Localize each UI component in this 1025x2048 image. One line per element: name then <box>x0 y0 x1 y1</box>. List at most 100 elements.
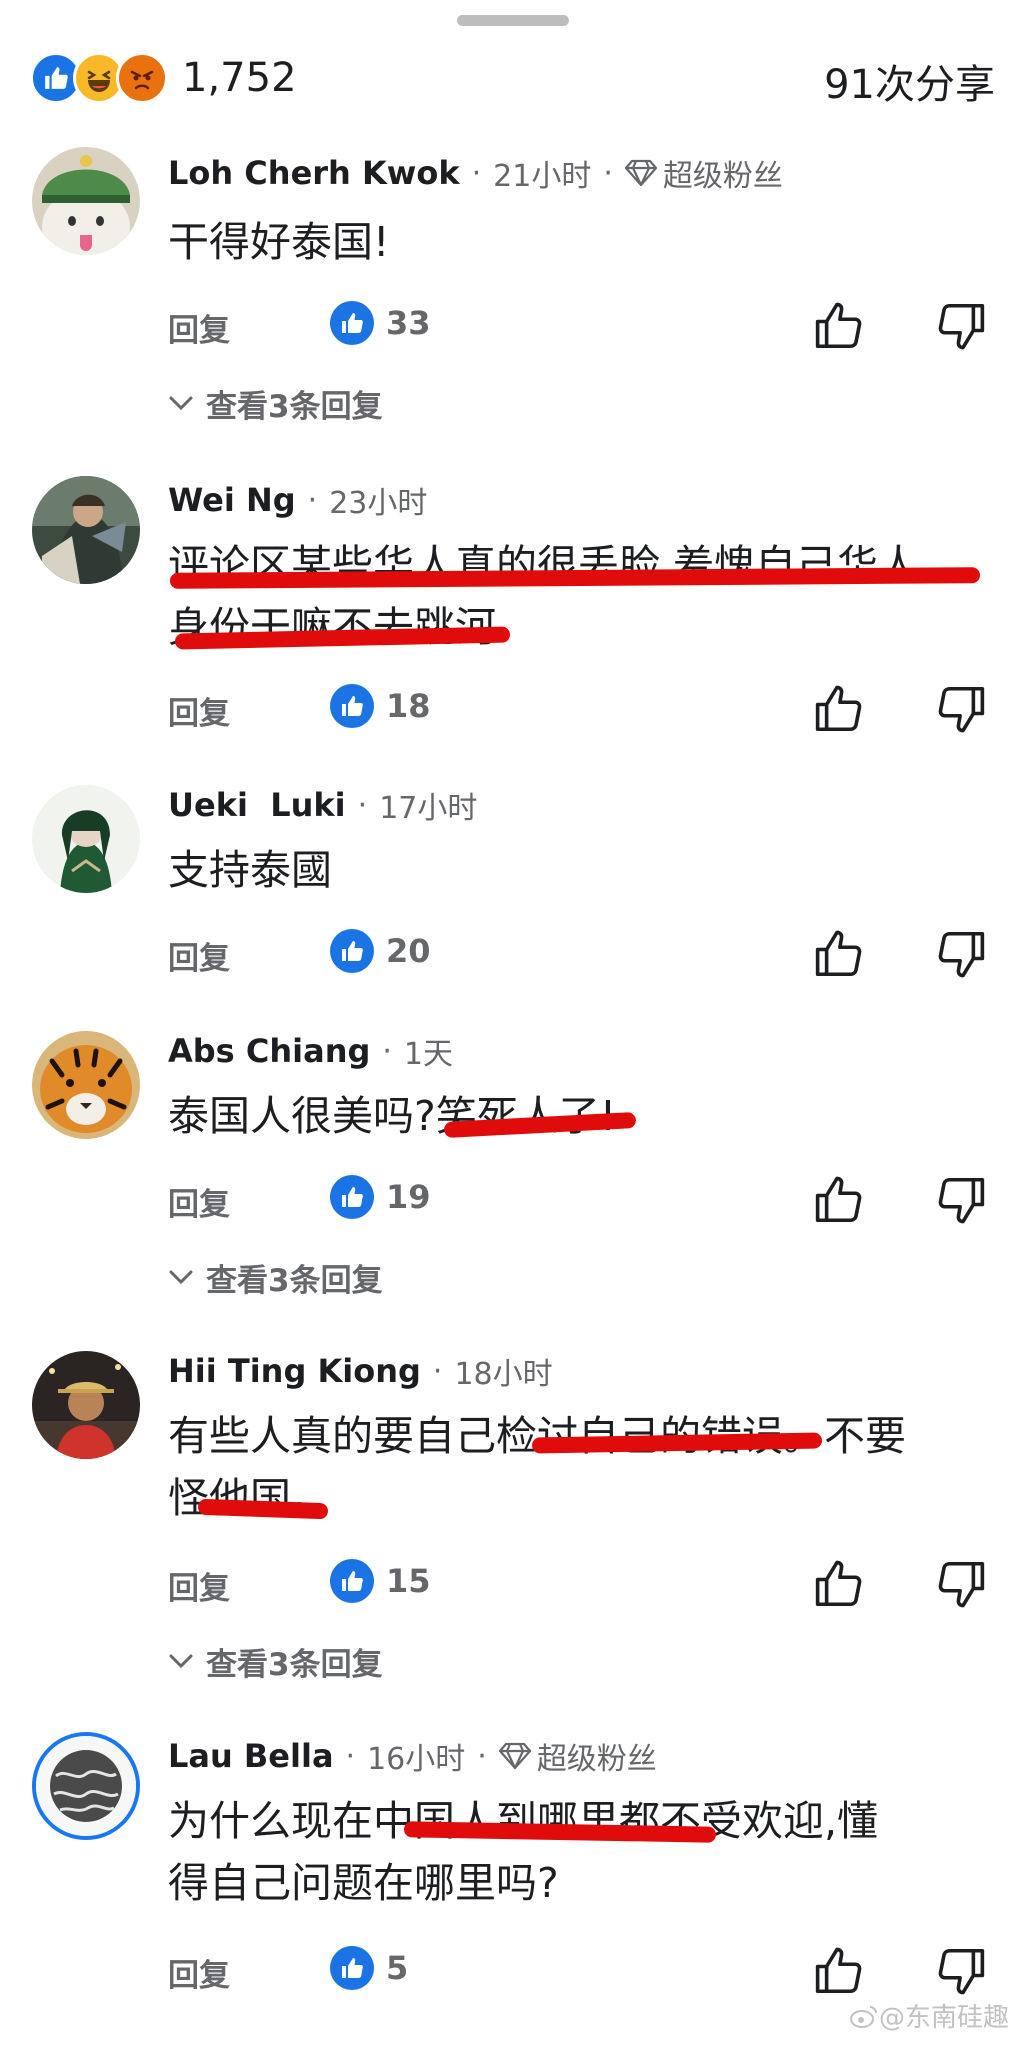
thumbs-down-icon[interactable] <box>934 299 988 353</box>
reply-button[interactable]: 回复 <box>168 688 230 733</box>
thumbs-up-icon[interactable] <box>812 927 866 981</box>
thumbs-down-icon[interactable] <box>934 1557 988 1611</box>
comment-meta: Loh Cherh Kwok · 21小时 · 超级粉丝 <box>168 147 783 199</box>
avatar[interactable] <box>32 1351 140 1459</box>
comment-actions: 回复 5 <box>0 1940 1025 2000</box>
like-count[interactable]: 33 <box>330 301 431 345</box>
thumbs-up-icon[interactable] <box>812 1557 866 1611</box>
like-number: 5 <box>386 1949 409 1987</box>
share-count[interactable]: 91次分享 <box>824 52 995 110</box>
sheet-drag-handle[interactable] <box>457 15 569 26</box>
like-number: 20 <box>386 932 431 970</box>
thumbs-up-icon[interactable] <box>812 1173 866 1227</box>
separator-dot: · <box>357 787 368 823</box>
like-count[interactable]: 5 <box>330 1946 408 1990</box>
comments-sheet: 1,752 91次分享 Loh Cherh Kwok · 21小时 · 超级粉丝… <box>0 0 1025 2048</box>
reply-button[interactable]: 回复 <box>168 305 230 350</box>
comment-time[interactable]: 23小时 <box>329 478 427 522</box>
comment-author[interactable]: Lau Bella <box>168 1737 334 1775</box>
thumbs-down-icon[interactable] <box>934 1173 988 1227</box>
view-replies-label: 查看3条回复 <box>206 1262 383 1299</box>
diamond-icon <box>624 159 657 187</box>
separator-dot: · <box>603 155 613 191</box>
comment-meta: Wei Ng · 23小时 <box>168 474 427 526</box>
avatar[interactable] <box>32 785 140 893</box>
comment-author[interactable]: Hii Ting Kiong <box>168 1352 421 1390</box>
comment-meta: Abs Chiang · 1天 <box>168 1025 453 1077</box>
comment-line: 身份干嘛不去跳河 <box>168 603 496 651</box>
view-replies-button[interactable]: 查看3条回复 <box>168 378 383 428</box>
like-count[interactable]: 19 <box>330 1175 431 1219</box>
reply-button[interactable]: 回复 <box>168 1563 230 1608</box>
comment-author[interactable]: Wei Ng <box>168 481 296 519</box>
comment-line: 支持泰國 <box>168 846 332 894</box>
like-count[interactable]: 20 <box>330 929 431 973</box>
view-replies-label: 查看3条回复 <box>206 1646 383 1683</box>
like-number: 15 <box>386 1562 431 1600</box>
comment-author[interactable]: Loh Cherh Kwok <box>168 154 460 192</box>
thumbs-down-icon[interactable] <box>934 1944 988 1998</box>
angry-icon <box>116 52 168 104</box>
like-icon <box>330 1175 374 1219</box>
comment-meta: Hii Ting Kiong · 18小时 <box>168 1345 553 1397</box>
separator-dot: · <box>345 1738 356 1774</box>
comment-time[interactable]: 16小时 <box>367 1734 465 1778</box>
like-number: 19 <box>386 1178 431 1216</box>
view-replies-button[interactable]: 查看3条回复 <box>168 1636 383 1686</box>
comment-author[interactable]: Abs Chiang <box>168 1032 370 1070</box>
avatar[interactable] <box>32 147 140 255</box>
like-icon <box>330 684 374 728</box>
separator-dot: · <box>477 1738 487 1774</box>
avatar[interactable] <box>32 1031 140 1139</box>
super-fan-badge: 超级粉丝 <box>624 151 783 195</box>
view-replies-button[interactable]: 查看3条回复 <box>168 1252 383 1302</box>
comment-time[interactable]: 1天 <box>404 1029 453 1073</box>
comment-meta: Lau Bella · 16小时 · 超级粉丝 <box>168 1730 657 1782</box>
comment-actions: 回复 20 <box>0 923 1025 983</box>
separator-dot: · <box>307 482 318 518</box>
reaction-summary[interactable]: 1,752 <box>30 50 297 106</box>
comment-text: 为什么现在中国人到哪里都不受欢迎,懂 得自己问题在哪里吗? <box>168 1790 988 1914</box>
comment-actions: 回复 15 <box>0 1553 1025 1613</box>
thumbs-up-icon[interactable] <box>812 682 866 736</box>
avatar[interactable] <box>32 476 140 584</box>
comment-actions: 回复 18 <box>0 678 1025 738</box>
like-number: 18 <box>386 687 431 725</box>
comment-time[interactable]: 21小时 <box>493 151 591 195</box>
like-count[interactable]: 15 <box>330 1559 431 1603</box>
like-count[interactable]: 18 <box>330 684 431 728</box>
reaction-count: 1,752 <box>182 55 297 101</box>
watermark: @东南硅趣 <box>849 1997 1009 2034</box>
comment-time[interactable]: 18小时 <box>454 1349 552 1393</box>
comment-line: 为什么现在中国人到哪里都不受欢迎,懂 <box>168 1797 879 1845</box>
badge-label: 超级粉丝 <box>662 159 783 194</box>
like-number: 33 <box>386 304 431 342</box>
avatar[interactable] <box>32 1732 140 1840</box>
watermark-text: @东南硅趣 <box>878 2003 1009 2033</box>
comment-meta: Ueki Luki · 17小时 <box>168 779 477 831</box>
comment-actions: 回复 33 <box>0 295 1025 355</box>
comment-line: 得自己问题在哪里吗? <box>168 1859 559 1907</box>
separator-dot: · <box>382 1033 392 1069</box>
comment-line: 怪他国。 <box>168 1474 332 1522</box>
comment-actions: 回复 19 <box>0 1169 1025 1229</box>
comment-text: 干得好泰国! <box>168 211 988 273</box>
like-icon <box>330 929 374 973</box>
reply-button[interactable]: 回复 <box>168 933 230 978</box>
chevron-down-icon <box>169 1270 193 1285</box>
thumbs-down-icon[interactable] <box>934 927 988 981</box>
thumbs-up-icon[interactable] <box>812 299 866 353</box>
super-fan-badge: 超级粉丝 <box>498 1734 657 1778</box>
like-icon <box>330 1559 374 1603</box>
badge-label: 超级粉丝 <box>536 1742 657 1777</box>
comment-line: 干得好泰国! <box>168 218 390 266</box>
comment-author[interactable]: Ueki Luki <box>168 786 346 824</box>
separator-dot: · <box>471 155 482 191</box>
chevron-down-icon <box>169 396 193 411</box>
comment-time[interactable]: 17小时 <box>379 783 477 827</box>
reply-button[interactable]: 回复 <box>168 1950 230 1995</box>
thumbs-up-icon[interactable] <box>812 1944 866 1998</box>
weibo-logo-icon <box>849 2005 877 2028</box>
thumbs-down-icon[interactable] <box>934 682 988 736</box>
reply-button[interactable]: 回复 <box>168 1179 230 1224</box>
